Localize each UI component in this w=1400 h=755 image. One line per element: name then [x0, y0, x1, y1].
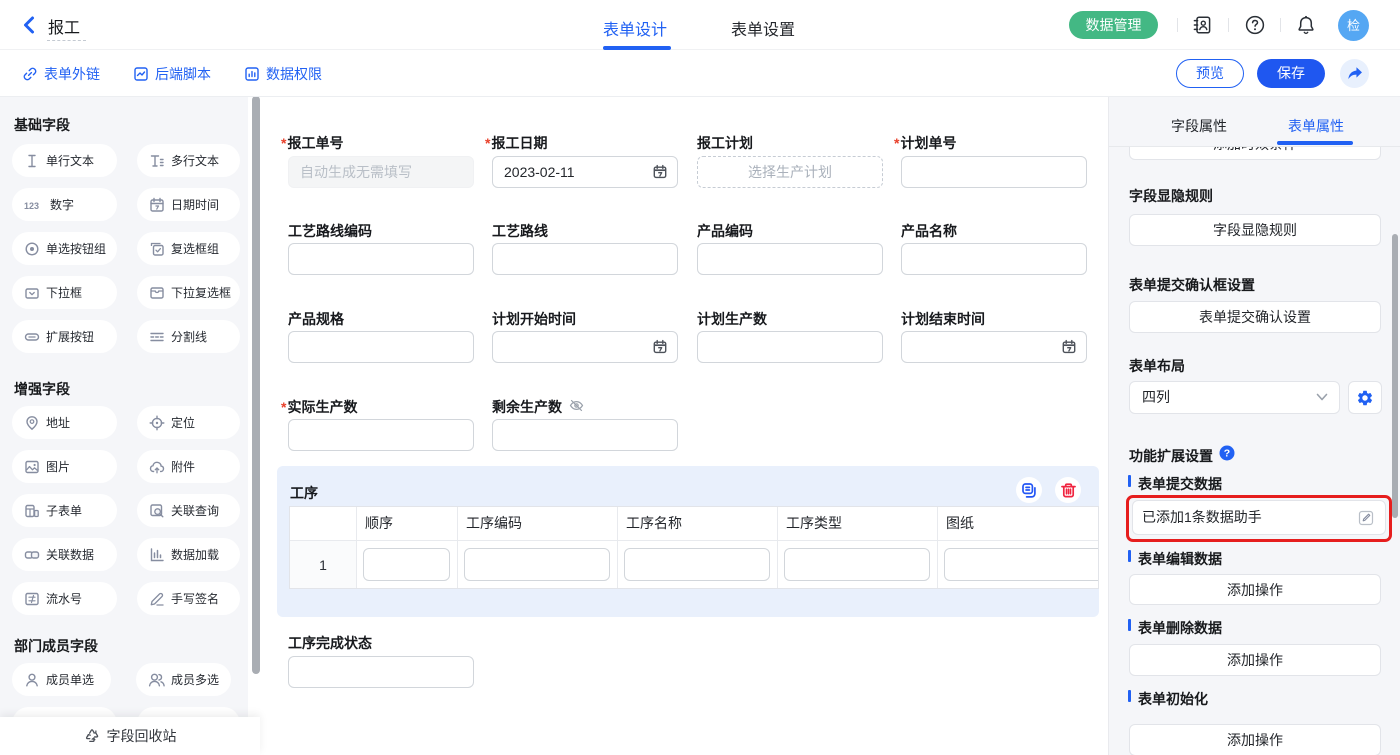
- svg-text:123: 123: [24, 201, 39, 211]
- svg-text:?: ?: [1224, 448, 1230, 460]
